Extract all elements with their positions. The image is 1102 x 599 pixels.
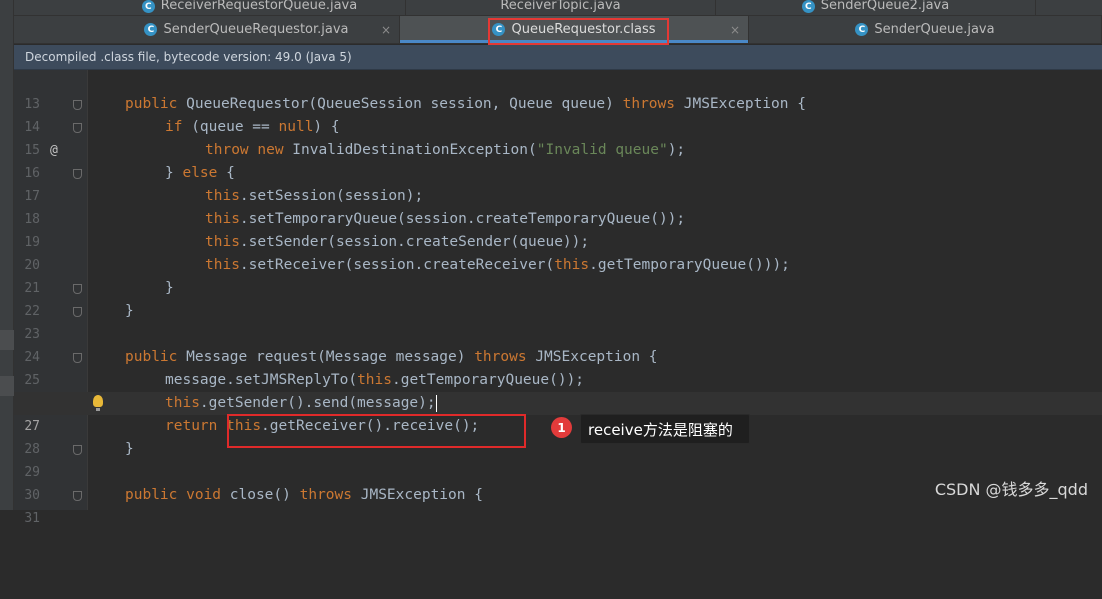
tab-label: SenderQueue2.java (820, 0, 950, 13)
fold-icon[interactable] (73, 445, 82, 455)
fold-icon[interactable] (73, 169, 82, 179)
fold-icon[interactable] (73, 491, 82, 501)
code-line: 16 throw new InvalidDestinationException… (14, 139, 1102, 181)
callout-badge: 1 (551, 417, 572, 438)
tab-receiver-requestor-queue[interactable]: C ReceiverRequestorQueue.java (94, 0, 406, 15)
code-line: 15 if (queue == null) { (14, 116, 1102, 158)
code-line: 21 this.setReceiver(session.createReceiv… (14, 254, 1102, 296)
code-line: 13 (14, 70, 1102, 112)
code-line: 22 } (14, 277, 1102, 319)
java-class-icon: C (855, 23, 869, 36)
watermark: CSDN @钱多多_qdd (934, 480, 1088, 499)
code-line: 24 (14, 323, 1102, 365)
fold-icon[interactable] (73, 123, 82, 133)
code-line: 29 } (14, 438, 1102, 480)
strip-marker (0, 330, 14, 350)
code-line: 14 @ public QueueRequestor(QueueSession … (14, 93, 1102, 158)
fold-icon[interactable] (73, 284, 82, 294)
tab-label: SenderQueue.java (874, 22, 995, 37)
java-class-icon: C (144, 23, 158, 36)
code-line: 26 message.setJMSReplyTo(this.getTempora… (14, 369, 1102, 411)
strip-marker (0, 376, 14, 396)
close-icon[interactable]: × (730, 23, 740, 37)
code-line-current: 27 this.getSender().send(message); (14, 392, 1102, 434)
line-number: 31 (24, 511, 40, 526)
tab-receiver-topic[interactable]: ReceiverTopic.java (406, 0, 716, 15)
text-caret (435, 394, 437, 412)
tab-sender-queue2[interactable]: C SenderQueue2.java (716, 0, 1036, 15)
banner-text: Decompiled .class file, bytecode version… (25, 50, 352, 64)
code-line: 25 @ public Message request(Message mess… (14, 346, 1102, 411)
tab-sender-queue[interactable]: C SenderQueue.java (749, 16, 1102, 43)
code-line: 18 this.setSession(session); (14, 185, 1102, 227)
fold-icon[interactable] (73, 353, 82, 363)
left-tool-strip (0, 0, 14, 510)
tab-label: ReceiverTopic.java (500, 0, 621, 13)
code-line: 20 this.setSender(session.createSender(q… (14, 231, 1102, 273)
fold-icon[interactable] (73, 100, 82, 110)
callout-note: receive方法是阻塞的 (580, 414, 750, 444)
tab-highlight-box (488, 18, 669, 45)
tab-label: ReceiverRequestorQueue.java (160, 0, 358, 13)
lightbulb-icon[interactable] (93, 395, 103, 411)
callout-text: receive方法是阻塞的 (588, 420, 733, 439)
receive-call-highlight-box (227, 414, 526, 448)
editor-tabs-row-1: C ReceiverRequestorQueue.java ReceiverTo… (14, 0, 1102, 16)
close-icon[interactable]: × (381, 23, 391, 37)
code-line: 23 } (14, 300, 1102, 342)
fold-icon[interactable] (73, 307, 82, 317)
java-class-icon: C (141, 0, 155, 13)
decompiled-banner: Decompiled .class file, bytecode version… (14, 45, 1102, 70)
tab-label: SenderQueueRequestor.java (163, 22, 349, 37)
java-class-icon: C (801, 0, 815, 13)
code-line: 17 } else { (14, 162, 1102, 204)
tab-sender-queue-requestor[interactable]: C SenderQueueRequestor.java × (94, 16, 400, 43)
code-editor[interactable]: 13 14 @ public QueueRequestor(QueueSessi… (14, 70, 1102, 526)
code-line: 19 this.setTemporaryQueue(session.create… (14, 208, 1102, 250)
